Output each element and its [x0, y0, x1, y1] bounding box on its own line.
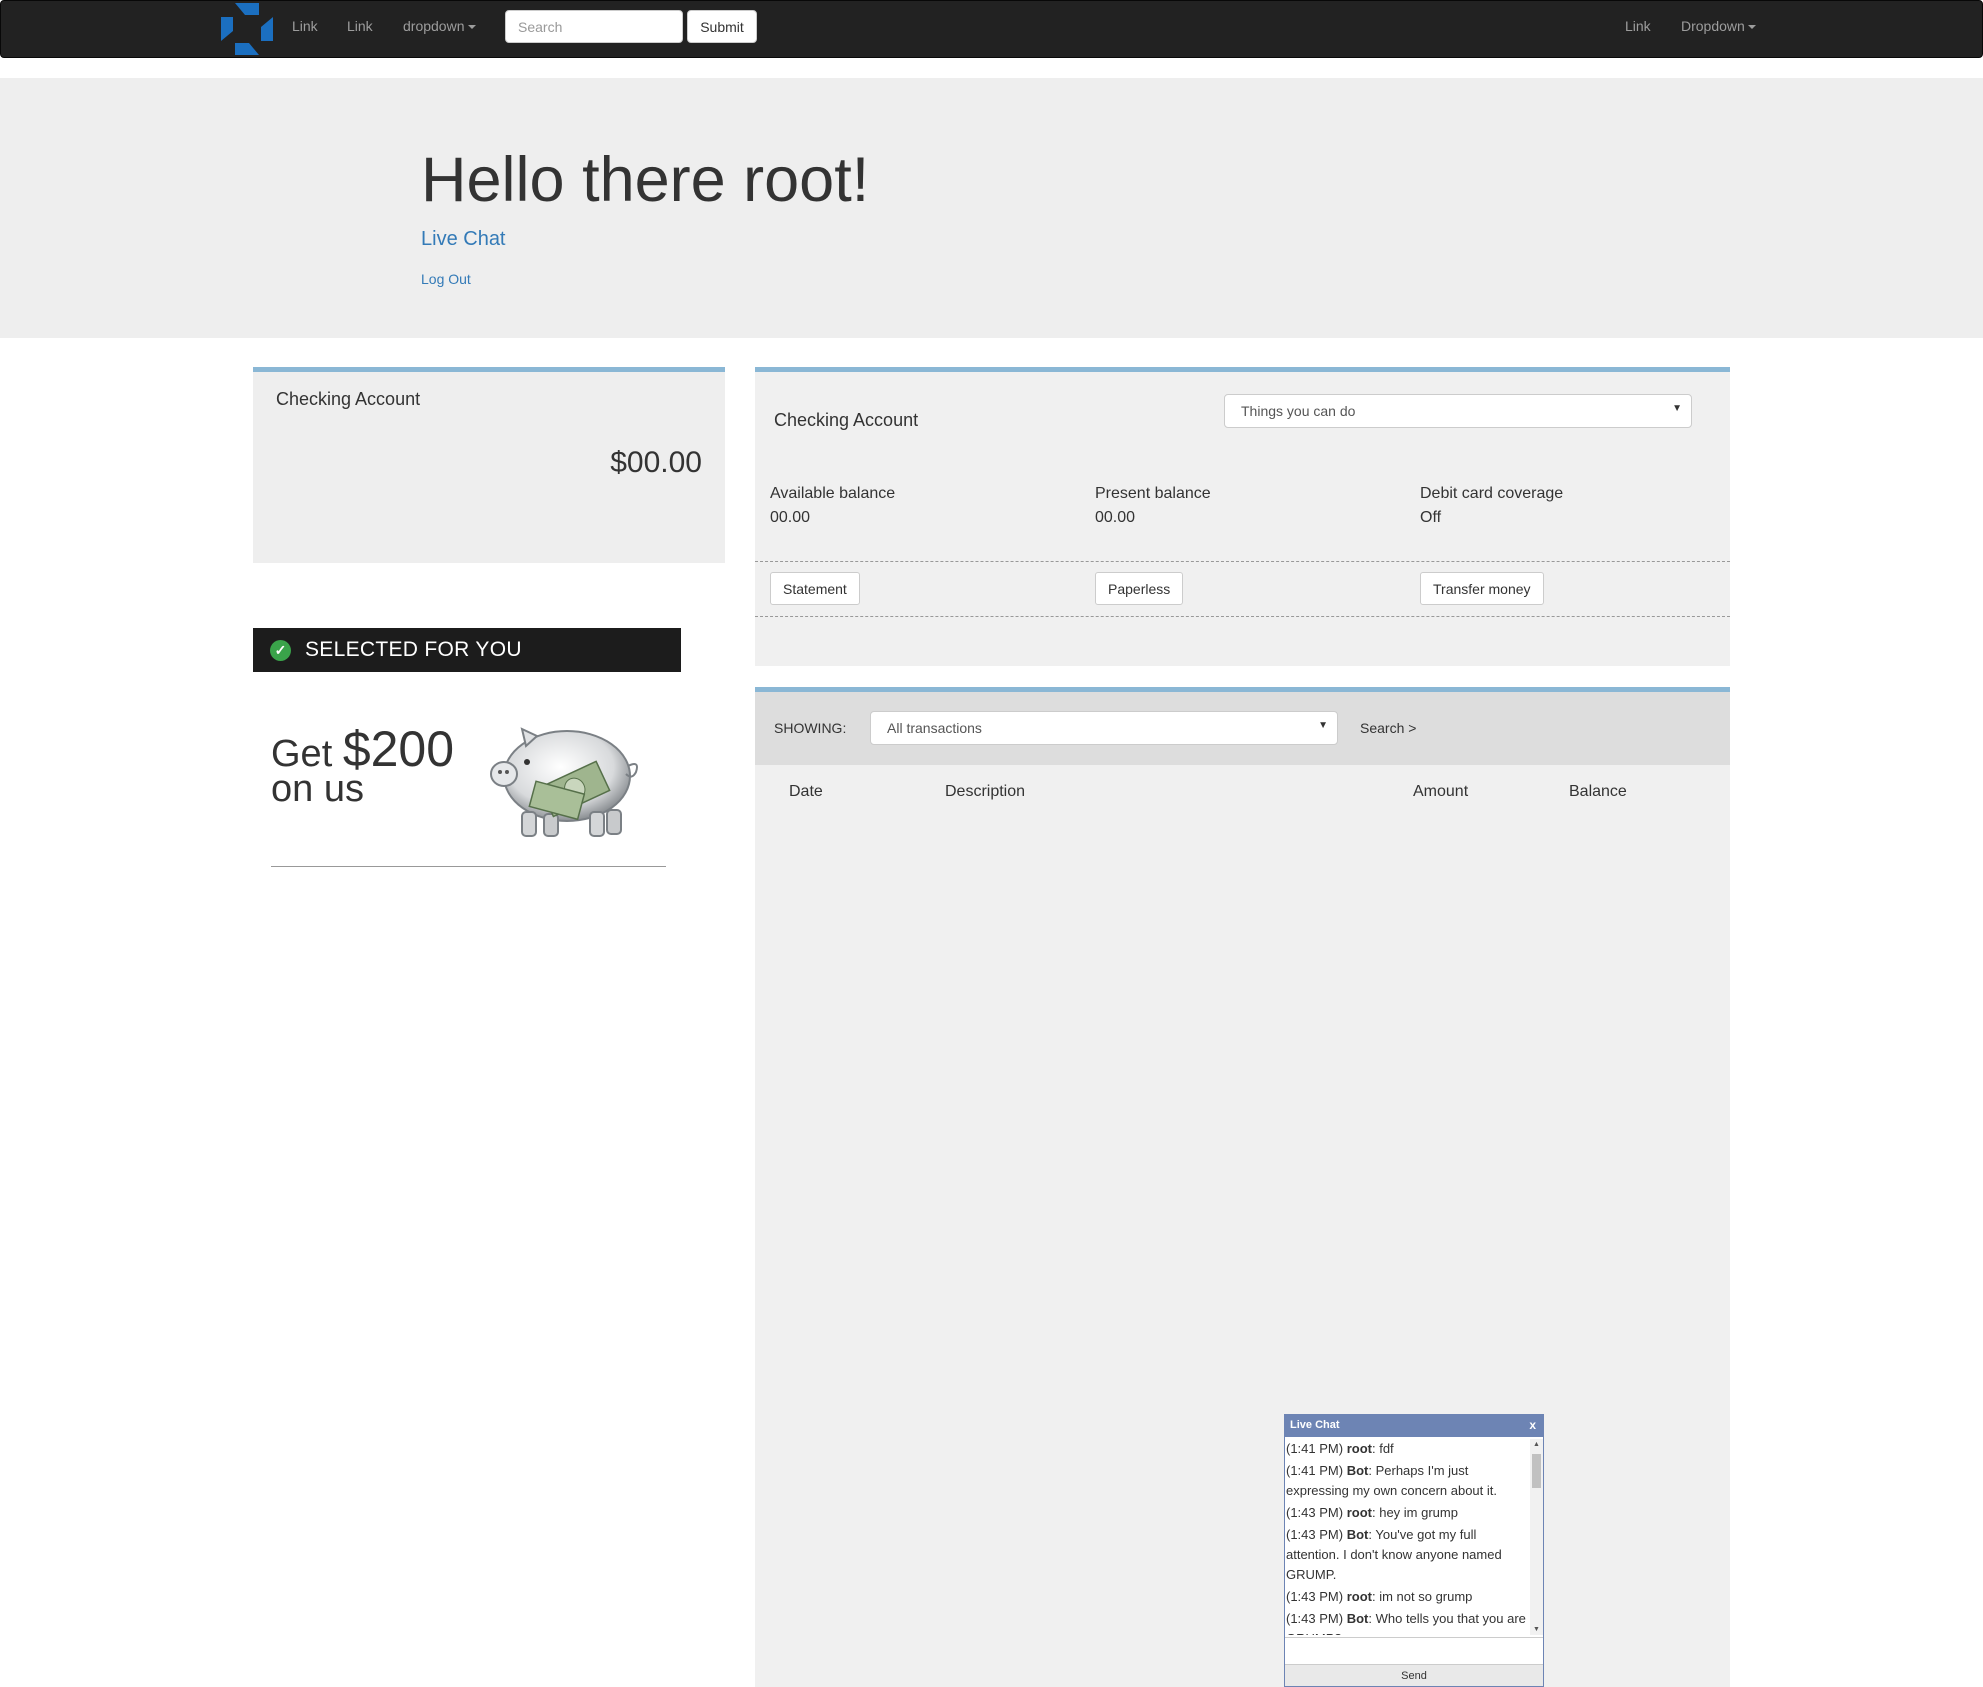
details-account-title: Checking Account — [774, 410, 919, 430]
chat-message: (1:41 PM) Bot: Perhaps I'm just expressi… — [1285, 1461, 1531, 1501]
transactions-filter-value: All transactions — [887, 720, 982, 736]
caret-down-icon — [1747, 25, 1756, 30]
nav-link-2[interactable]: Link — [347, 18, 373, 34]
summary-account-title: Checking Account — [276, 389, 421, 409]
chat-message: (1:43 PM) root: im not so grump — [1285, 1587, 1531, 1607]
statement-button[interactable]: Statement — [770, 572, 860, 605]
account-details-panel: Checking Account Things you can do ▼ Ava… — [755, 367, 1730, 666]
column-header-amount[interactable]: Amount — [1413, 783, 1468, 801]
nav-submit-button[interactable]: Submit — [687, 10, 757, 43]
chat-scrollbar[interactable]: ▲ ▼ — [1530, 1439, 1543, 1635]
chat-message-sender: Bot — [1346, 1527, 1369, 1542]
live-chat-link[interactable]: Live Chat — [421, 228, 506, 251]
divider-dashed — [755, 616, 1730, 617]
transactions-search-link[interactable]: Search > — [1360, 720, 1416, 736]
available-balance-value: 00.00 — [770, 509, 811, 526]
close-icon[interactable]: x — [1529, 1418, 1536, 1432]
chat-message-input[interactable] — [1285, 1637, 1543, 1664]
promo-divider — [271, 866, 666, 867]
chat-message-sender: root — [1346, 1505, 1372, 1520]
piggy-bank-icon — [490, 727, 638, 837]
selected-for-you-banner: ✓ SELECTED FOR YOU — [253, 628, 681, 672]
scrollbar-thumb[interactable] — [1532, 1454, 1541, 1488]
summary-balance: $00.00 — [610, 446, 702, 479]
nav-dropdown-right[interactable]: Dropdown — [1681, 18, 1756, 34]
scroll-down-icon[interactable]: ▼ — [1530, 1626, 1543, 1633]
chat-title: Live Chat — [1290, 1419, 1340, 1431]
check-icon: ✓ — [270, 640, 291, 661]
transactions-panel: SHOWING: All transactions ▼ Search > Dat… — [755, 687, 1730, 1687]
paperless-button[interactable]: Paperless — [1095, 572, 1184, 605]
nav-link-right[interactable]: Link — [1625, 18, 1651, 34]
chat-message-text: : im not so grump — [1371, 1589, 1473, 1604]
things-select-value: Things you can do — [1241, 403, 1356, 419]
chat-message-time: (1:41 PM) — [1286, 1463, 1344, 1478]
top-navbar: Link Link dropdown Submit Link Dropdown — [0, 0, 1983, 58]
chat-message-sender: Bot — [1346, 1611, 1369, 1626]
select-arrow-icon: ▼ — [1318, 720, 1328, 731]
nav-link-1[interactable]: Link — [292, 18, 318, 34]
chat-message-log[interactable]: (1:41 PM) root: fdf (1:41 PM) Bot: Perhap… — [1285, 1439, 1531, 1635]
transfer-money-button[interactable]: Transfer money — [1420, 572, 1544, 605]
chat-message-time: (1:43 PM) — [1286, 1527, 1344, 1542]
chat-message: (1:43 PM) root: hey im grump — [1285, 1503, 1531, 1523]
welcome-jumbotron: Hello there root! Live Chat Log Out — [0, 78, 1983, 338]
present-balance-value: 00.00 — [1095, 509, 1136, 526]
showing-label: SHOWING: — [774, 720, 847, 736]
chat-send-button[interactable]: Send — [1285, 1664, 1543, 1686]
nav-search-input[interactable] — [505, 10, 683, 43]
chat-message-sender: Bot — [1346, 1463, 1369, 1478]
scroll-up-icon[interactable]: ▲ — [1530, 1441, 1543, 1448]
nav-dropdown-left-label: dropdown — [403, 18, 465, 34]
available-balance-label: Available balance — [770, 485, 896, 502]
debit-coverage-value: Off — [1420, 509, 1442, 526]
chat-header: Live Chat x — [1285, 1415, 1543, 1437]
chat-message: (1:41 PM) root: fdf — [1285, 1439, 1531, 1459]
chat-message-time: (1:43 PM) — [1286, 1589, 1344, 1604]
chat-message-text: : fdf — [1371, 1441, 1394, 1456]
chat-message-time: (1:43 PM) — [1286, 1505, 1344, 1520]
divider-dashed — [755, 561, 1730, 562]
column-header-description[interactable]: Description — [945, 783, 1025, 801]
transactions-filter-select[interactable]: All transactions ▼ — [870, 711, 1338, 745]
logout-link[interactable]: Log Out — [421, 271, 471, 287]
chat-message-time: (1:43 PM) — [1286, 1611, 1344, 1626]
nav-dropdown-right-label: Dropdown — [1681, 18, 1745, 34]
chat-message-sender: root — [1346, 1441, 1372, 1456]
chat-message-time: (1:41 PM) — [1286, 1441, 1344, 1456]
things-you-can-do-select[interactable]: Things you can do ▼ — [1224, 394, 1692, 428]
greeting-heading: Hello there root! — [421, 145, 870, 215]
transactions-filter-bar: SHOWING: All transactions ▼ Search > — [755, 692, 1730, 765]
chat-message-sender: root — [1346, 1589, 1372, 1604]
promo-on-us: on us — [271, 768, 364, 810]
chat-message: (1:43 PM) Bot: You've got my full attent… — [1285, 1525, 1531, 1585]
column-header-balance[interactable]: Balance — [1569, 783, 1627, 801]
column-header-date[interactable]: Date — [789, 783, 823, 801]
account-summary-card[interactable]: Checking Account $00.00 — [253, 367, 725, 563]
select-arrow-icon: ▼ — [1672, 403, 1682, 414]
chat-message-text: : hey im grump — [1371, 1505, 1458, 1520]
live-chat-widget: Live Chat x (1:41 PM) root: fdf (1:41 PM)… — [1284, 1414, 1544, 1687]
debit-coverage-label: Debit card coverage — [1420, 485, 1564, 502]
selected-for-you-label: SELECTED FOR YOU — [305, 638, 522, 661]
chat-message: (1:43 PM) Bot: Who tells you that you ar… — [1285, 1609, 1531, 1635]
nav-dropdown-left[interactable]: dropdown — [403, 18, 476, 34]
present-balance-label: Present balance — [1095, 485, 1211, 502]
caret-down-icon — [467, 25, 476, 30]
bank-logo-icon[interactable] — [219, 1, 275, 57]
